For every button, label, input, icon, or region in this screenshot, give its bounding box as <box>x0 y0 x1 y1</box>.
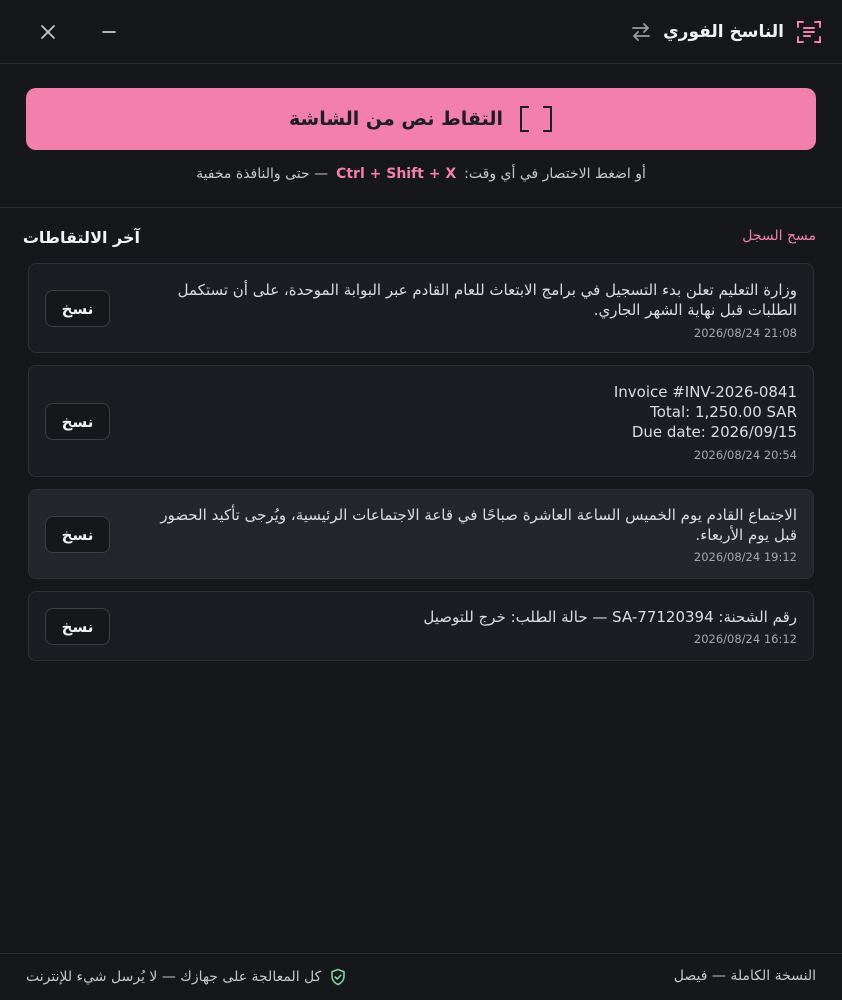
copy-button[interactable]: نسخ <box>45 403 110 440</box>
capture-screen-text-button[interactable]: التقاط نص من الشاشة <box>26 88 816 150</box>
copy-button[interactable]: نسخ <box>45 516 110 553</box>
history-item: رقم الشحنة: SA-77120394 — حالة الطلب: خر… <box>28 591 814 661</box>
title-bar: الناسخ الفوري <box>0 0 842 64</box>
invoice-line: Due date: 2026/09/15 <box>631 423 797 441</box>
app-window: الناسخ الفوري التقاط نص من الشاشة أو اضغ… <box>0 0 842 1000</box>
shortcut-hint: أو اضغط الاختصار في أي وقت: Ctrl + Shift… <box>0 163 842 185</box>
app-title: الناسخ الفوري <box>663 22 784 42</box>
settings-toggle-button[interactable] <box>627 18 655 46</box>
app-brand: الناسخ الفوري <box>663 18 822 46</box>
hint-before: أو اضغط الاختصار في أي وقت: <box>464 166 646 182</box>
edition-label: النسخة الكاملة — فيصل <box>673 968 816 984</box>
shield-check-icon <box>329 968 347 986</box>
hint-after: — حتى والنافذة مخفية <box>196 166 329 182</box>
history-item: الاجتماع القادم يوم الخميس الساعة العاشر… <box>28 489 814 579</box>
close-button[interactable] <box>34 18 62 46</box>
clear-history-link[interactable]: مسح السجل <box>742 228 816 244</box>
status-footer: كل المعالجة على جهازك — لا يُرسل شيء للإ… <box>0 953 842 1000</box>
history-item-time: 2026/08/24 19:12 <box>693 550 797 564</box>
sliders-icon <box>630 21 652 43</box>
history-item-time: 2026/08/24 16:12 <box>693 632 797 646</box>
section-divider <box>0 207 842 208</box>
invoice-line: Invoice #INV-2026-0841 <box>613 383 797 401</box>
copy-button[interactable]: نسخ <box>45 290 110 327</box>
history-item-time: 2026/08/24 20:54 <box>693 448 797 462</box>
history-item-text: Invoice #INV-2026-0841 Total: 1,250.00 S… <box>149 382 797 442</box>
capture-label: التقاط نص من الشاشة <box>288 108 504 130</box>
minimize-button[interactable] <box>95 18 123 46</box>
history-item-text: وزارة التعليم تعلن بدء التسجيل في برامج … <box>177 281 797 319</box>
copy-button[interactable]: نسخ <box>45 608 110 645</box>
invoice-line: Total: 1,250.00 SAR <box>650 403 797 421</box>
history-item: Invoice #INV-2026-0841 Total: 1,250.00 S… <box>28 365 814 477</box>
history-item-time: 2026/08/24 21:08 <box>693 326 797 340</box>
capture-frame-icon <box>519 106 553 132</box>
privacy-note: كل المعالجة على جهازك — لا يُرسل شيء للإ… <box>26 968 347 986</box>
history-item-text: رقم الشحنة: SA-77120394 — حالة الطلب: خر… <box>423 608 797 626</box>
text-scan-icon <box>796 19 822 45</box>
shortcut-keys: Ctrl + Shift + X <box>336 166 457 182</box>
privacy-text: كل المعالجة على جهازك — لا يُرسل شيء للإ… <box>26 969 322 985</box>
minimize-icon <box>100 23 118 41</box>
history-item-text: الاجتماع القادم يوم الخميس الساعة العاشر… <box>160 506 797 544</box>
close-icon <box>39 23 57 41</box>
history-item: وزارة التعليم تعلن بدء التسجيل في برامج … <box>28 263 814 353</box>
history-title: آخر الالتقاطات <box>22 228 140 247</box>
